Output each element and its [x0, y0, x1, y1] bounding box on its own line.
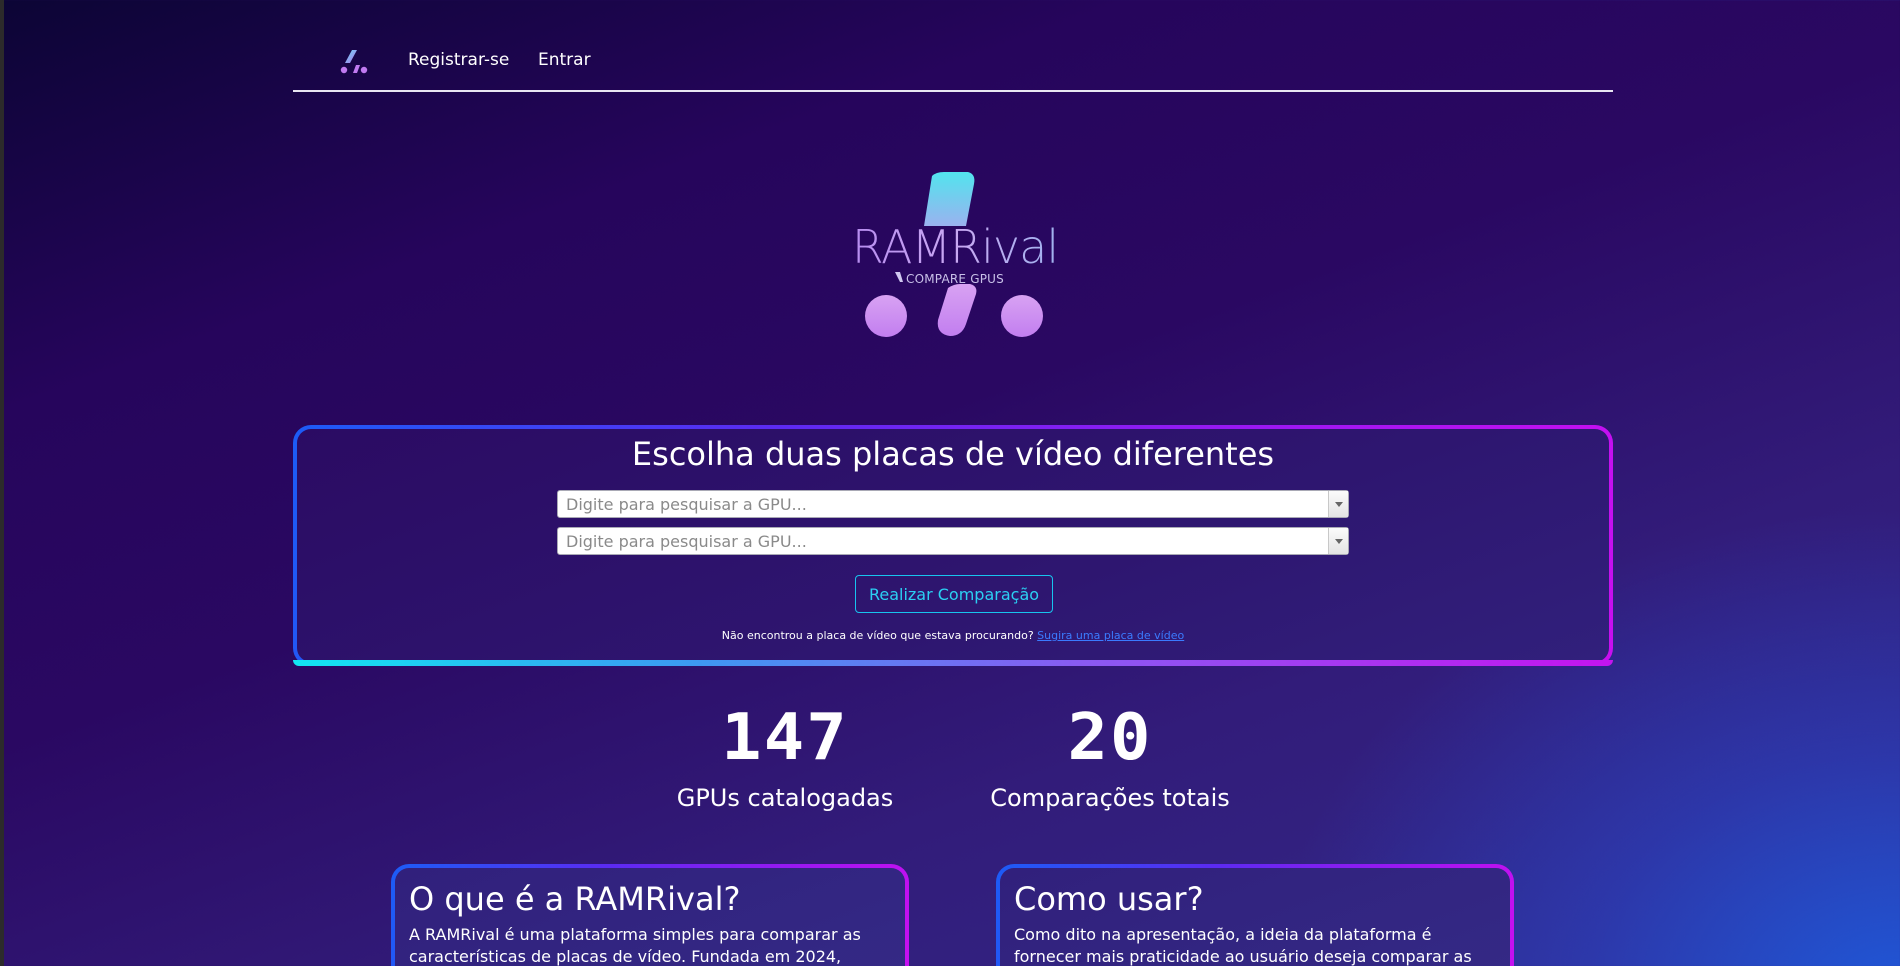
gpus-label: GPUs catalogadas [676, 784, 894, 812]
suggest-hint: Não encontrou a placa de vídeo que estav… [297, 629, 1609, 642]
compare-panel: Escolha duas placas de vídeo diferentes … [293, 425, 1613, 666]
about-card-title: O que é a RAMRival? [409, 880, 741, 918]
gpus-count: 147 [721, 701, 849, 775]
nav-register-link[interactable]: Registrar-se [408, 50, 509, 70]
suggest-gpu-link[interactable]: Sugira uma placa de vídeo [1037, 629, 1184, 642]
stat-comparisons: 20 Comparações totais [975, 706, 1245, 812]
about-card-text: A RAMRival é uma plataforma simples para… [409, 925, 861, 966]
comparisons-label: Comparações totais [990, 784, 1230, 812]
stat-gpus: 147 GPUs catalogadas [655, 706, 915, 812]
about-card: O que é a RAMRival? A RAMRival é uma pla… [391, 864, 909, 966]
gpu-select-1[interactable]: Digite para pesquisar a GPU... [557, 490, 1349, 518]
how-to-card-text: Como dito na apresentação, a ideia da pl… [1014, 925, 1472, 966]
gpu-select-2[interactable]: Digite para pesquisar a GPU... [557, 527, 1349, 555]
how-to-card-title: Como usar? [1014, 880, 1204, 918]
compare-button[interactable]: Realizar Comparação [855, 575, 1053, 613]
chevron-down-icon[interactable] [1328, 491, 1348, 517]
hero-logo: RAMRival COMPARE GPUS [850, 172, 1060, 342]
gpu-select-1-placeholder: Digite para pesquisar a GPU... [566, 494, 807, 514]
brand-name: RAMRival [851, 220, 1059, 274]
ramrival-logo-icon[interactable] [339, 48, 369, 76]
compare-panel-title: Escolha duas placas de vídeo diferentes [631, 435, 1275, 473]
top-navbar: Registrar-se Entrar [293, 40, 1613, 92]
gpu-select-2-placeholder: Digite para pesquisar a GPU... [566, 531, 807, 551]
brand-tagline: COMPARE GPUS [906, 272, 1004, 286]
chevron-down-icon[interactable] [1328, 528, 1348, 554]
suggest-hint-text: Não encontrou a placa de vídeo que estav… [721, 629, 1034, 642]
nav-login-link[interactable]: Entrar [538, 50, 591, 70]
window-edge [0, 0, 4, 966]
how-to-card: Como usar? Como dito na apresentação, a … [996, 864, 1514, 966]
comparisons-count: 20 [1067, 701, 1153, 775]
